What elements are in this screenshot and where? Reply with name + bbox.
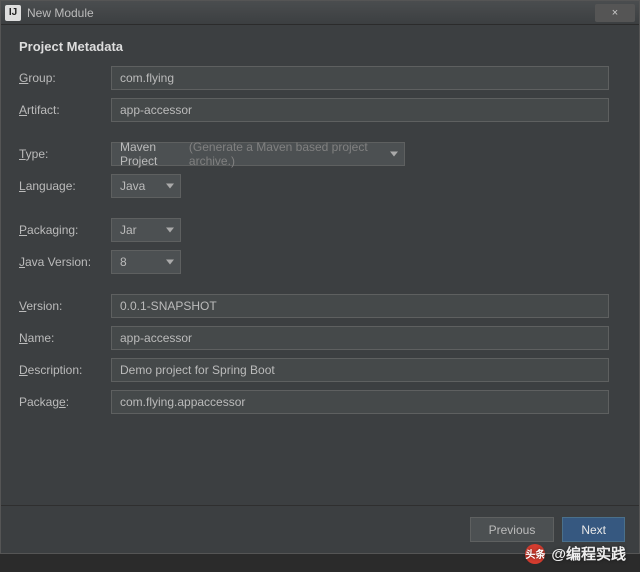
row-type: Type: Maven Project (Generate a Maven ba…	[19, 142, 621, 166]
close-button[interactable]: ×	[595, 4, 635, 22]
version-input[interactable]	[111, 294, 609, 318]
content-area: Project Metadata Group: Artifact: Type: …	[1, 25, 639, 414]
watermark-logo: 头条	[525, 544, 545, 564]
row-version: Version:	[19, 294, 621, 318]
label-artifact: Artifact:	[19, 103, 111, 117]
name-input[interactable]	[111, 326, 609, 350]
group-input[interactable]	[111, 66, 609, 90]
row-package: Package:	[19, 390, 621, 414]
artifact-input[interactable]	[111, 98, 609, 122]
label-version: Version:	[19, 299, 111, 313]
packaging-select-value: Jar	[120, 223, 137, 237]
label-language: Language:	[19, 179, 111, 193]
label-group: Group:	[19, 71, 111, 85]
label-name: Name:	[19, 331, 111, 345]
type-select-hint: (Generate a Maven based project archive.…	[189, 140, 382, 168]
watermark: 头条 @编程实践	[525, 543, 626, 564]
row-packaging: Packaging: Jar	[19, 218, 621, 242]
label-description: Description:	[19, 363, 111, 377]
chevron-down-icon	[166, 260, 174, 265]
chevron-down-icon	[390, 152, 398, 157]
row-description: Description:	[19, 358, 621, 382]
label-package: Package:	[19, 395, 111, 409]
language-select-value: Java	[120, 179, 145, 193]
language-select[interactable]: Java	[111, 174, 181, 198]
java-version-select[interactable]: 8	[111, 250, 181, 274]
app-icon: IJ	[5, 5, 21, 21]
section-title: Project Metadata	[19, 39, 621, 54]
label-packaging: Packaging:	[19, 223, 111, 237]
new-module-window: IJ New Module × Project Metadata Group: …	[0, 0, 640, 554]
window-title: New Module	[27, 6, 595, 20]
label-java-version: Java Version:	[19, 255, 111, 269]
type-select[interactable]: Maven Project (Generate a Maven based pr…	[111, 142, 405, 166]
java-version-select-value: 8	[120, 255, 127, 269]
next-button[interactable]: Next	[562, 517, 625, 542]
watermark-text: @编程实践	[551, 543, 626, 564]
previous-button[interactable]: Previous	[470, 517, 555, 542]
chevron-down-icon	[166, 184, 174, 189]
titlebar: IJ New Module ×	[1, 1, 639, 25]
chevron-down-icon	[166, 228, 174, 233]
packaging-select[interactable]: Jar	[111, 218, 181, 242]
row-name: Name:	[19, 326, 621, 350]
description-input[interactable]	[111, 358, 609, 382]
row-language: Language: Java	[19, 174, 621, 198]
row-group: Group:	[19, 66, 621, 90]
package-input[interactable]	[111, 390, 609, 414]
row-java-version: Java Version: 8	[19, 250, 621, 274]
label-type: Type:	[19, 147, 111, 161]
type-select-value: Maven Project	[120, 140, 185, 168]
row-artifact: Artifact:	[19, 98, 621, 122]
